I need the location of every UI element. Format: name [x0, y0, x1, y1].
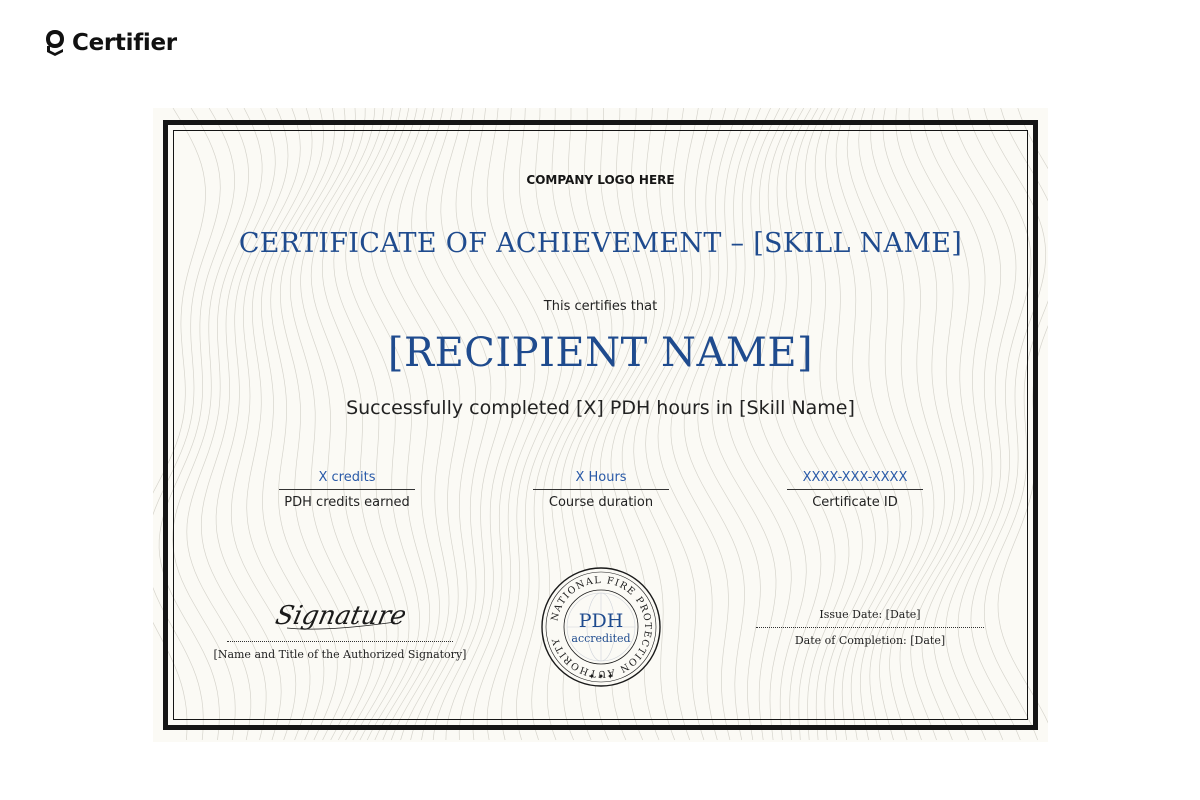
pdh-accredited-seal: NATIONAL FIRE PROTECTION AUTHORITY PDH a… — [541, 567, 661, 687]
signatory-caption: [Name and Title of the Authorized Signat… — [213, 648, 467, 661]
certifies-text: This certifies that — [543, 299, 658, 314]
stat-label: PDH credits earned — [284, 495, 410, 510]
completion-date: Date of Completion: [Date] — [794, 634, 946, 647]
stat-value: X credits — [279, 470, 415, 490]
svg-text:Signature: Signature — [275, 601, 405, 631]
completion-text: Successfully completed [X] PDH hours in … — [346, 397, 855, 419]
brand-name: Certifier — [72, 30, 177, 56]
certificate: COMPANY LOGO HERE CERTIFICATE OF ACHIEVE… — [153, 108, 1048, 742]
stat-pdh-credits: X credits PDH credits earned — [279, 470, 415, 510]
stat-course-duration: X Hours Course duration — [533, 470, 669, 510]
date-line — [756, 627, 984, 628]
dates-block: Issue Date: [Date] Date of Completion: [… — [756, 608, 984, 647]
svg-text:PDH: PDH — [579, 610, 624, 632]
company-logo-placeholder: COMPANY LOGO HERE — [526, 173, 675, 187]
svg-text:accredited: accredited — [571, 632, 630, 645]
recipient-name: [RECIPIENT NAME] — [387, 330, 814, 376]
stat-label: Certificate ID — [812, 495, 898, 510]
stat-certificate-id: XXXX-XXX-XXXX Certificate ID — [787, 470, 923, 510]
issue-date: Issue Date: [Date] — [819, 608, 921, 621]
certificate-title: CERTIFICATE OF ACHIEVEMENT – [SKILL NAME… — [238, 228, 963, 259]
signature-graphic: Signature — [273, 601, 409, 631]
brand-logo[interactable]: Certifier — [44, 28, 177, 58]
signature-block: Signature [Name and Title of the Authori… — [213, 592, 467, 661]
stat-value: XXXX-XXX-XXXX — [787, 470, 923, 490]
svg-text:✦ ✦ ✦: ✦ ✦ ✦ — [588, 672, 613, 681]
stat-label: Course duration — [548, 495, 654, 510]
stat-value: X Hours — [533, 470, 669, 490]
certifier-logo-icon — [46, 30, 64, 56]
signature-line — [227, 641, 453, 642]
